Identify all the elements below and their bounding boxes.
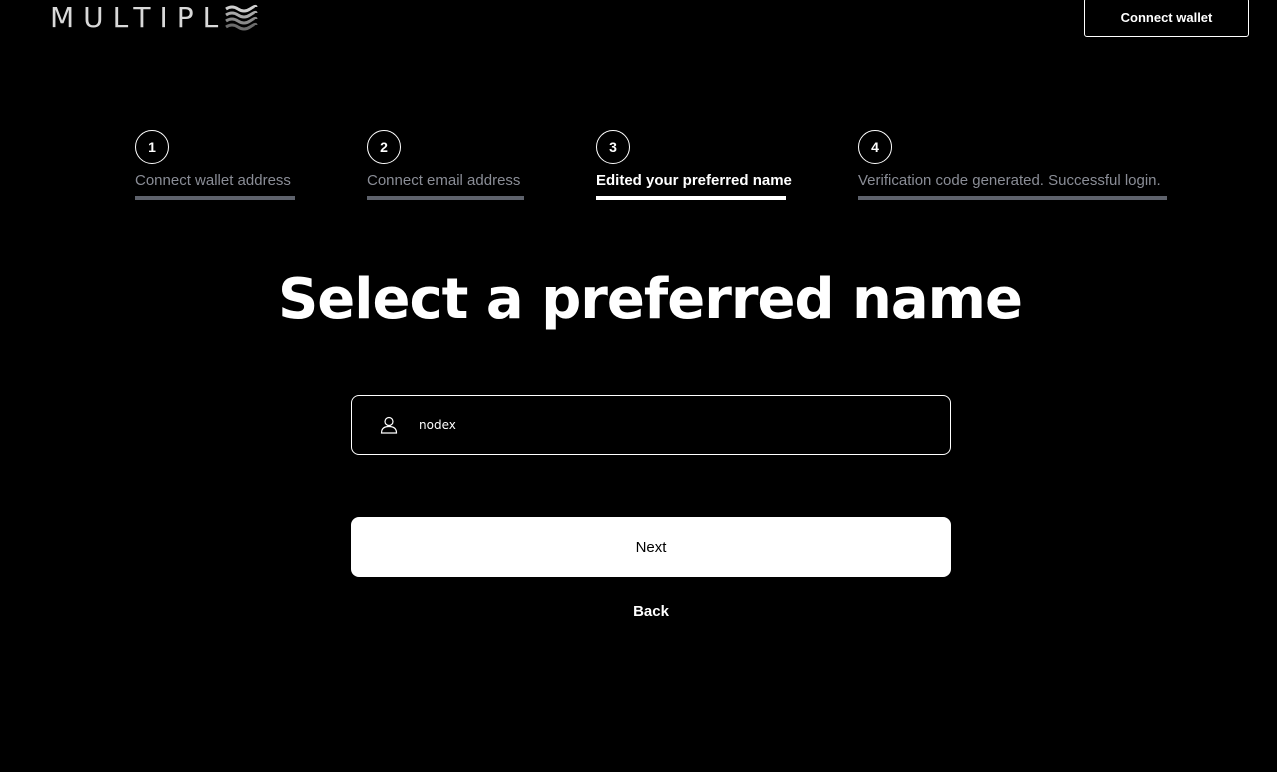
connect-wallet-button[interactable]: Connect wallet <box>1084 0 1249 37</box>
preferred-name-input[interactable] <box>419 405 950 445</box>
step-number-circle: 1 <box>135 130 169 164</box>
next-button[interactable]: Next <box>351 517 951 577</box>
step-label: Verification code generated. Successful … <box>858 172 1161 189</box>
step-progress-bar <box>135 196 295 200</box>
page: MULTIPL Connect wallet 1 Connect wallet … <box>0 0 1277 772</box>
back-button[interactable]: Back <box>351 602 951 622</box>
logo[interactable]: MULTIPL <box>50 2 259 34</box>
step-number-circle: 3 <box>596 130 630 164</box>
step-label: Connect wallet address <box>135 172 291 189</box>
preferred-name-field[interactable] <box>351 395 951 455</box>
user-icon <box>379 415 399 435</box>
step-2: 2 Connect email address <box>367 130 524 200</box>
logo-text: MULTIPL <box>50 1 228 34</box>
step-3: 3 Edited your preferred name <box>596 130 792 200</box>
step-progress-bar <box>596 196 786 200</box>
step-1: 1 Connect wallet address <box>135 130 295 200</box>
step-progress-bar <box>367 196 524 200</box>
step-progress-bar <box>858 196 1167 200</box>
step-number-circle: 2 <box>367 130 401 164</box>
step-4: 4 Verification code generated. Successfu… <box>858 130 1167 200</box>
step-number-circle: 4 <box>858 130 892 164</box>
step-label: Connect email address <box>367 172 521 189</box>
page-title: Select a preferred name <box>277 267 1023 332</box>
step-label: Edited your preferred name <box>596 172 792 189</box>
waves-logo-icon <box>225 4 258 31</box>
